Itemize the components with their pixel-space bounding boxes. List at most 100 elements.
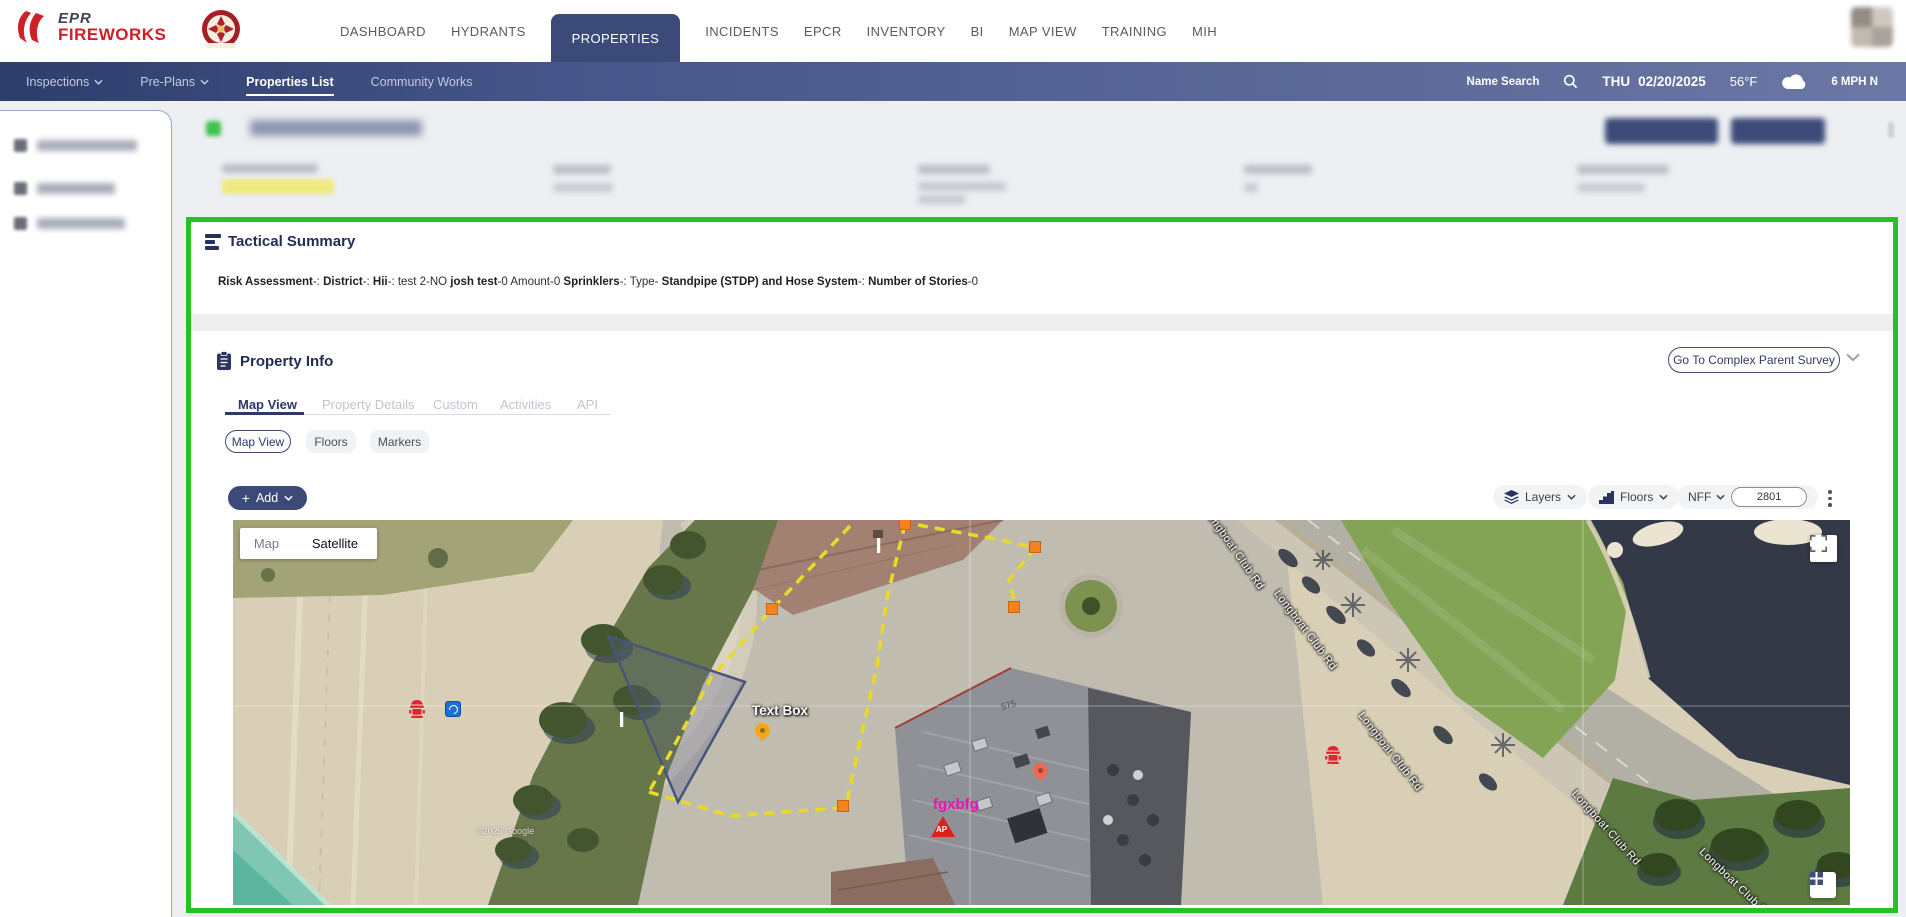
sidebar-item-property[interactable]: [14, 182, 115, 195]
field-value-highlighted: [222, 179, 334, 194]
fire-hydrant-marker[interactable]: [409, 700, 425, 718]
brand-name-top: EPR: [58, 11, 166, 26]
nav-tab-dashboard[interactable]: DASHBOARD: [340, 24, 426, 39]
field-label-blurred: [1577, 165, 1669, 174]
map-attribution: ©2025 Google: [476, 826, 534, 836]
field-value-blurred: [918, 195, 966, 204]
satellite-map[interactable]: Map Satellite Text Box fgxbfg AP 575 ©2: [233, 520, 1850, 905]
field-label-blurred: [222, 164, 318, 173]
field-value-blurred: [553, 183, 613, 192]
stairs-icon: [1599, 491, 1614, 504]
left-sidebar: [0, 110, 172, 917]
chevron-down-icon: [200, 79, 209, 85]
kebab-menu-icon[interactable]: [1828, 490, 1832, 507]
nav-tab-bi[interactable]: BI: [971, 24, 984, 39]
subnav-inspections[interactable]: Inspections: [26, 75, 103, 89]
field-value-blurred: [1244, 183, 1258, 192]
sidebar-item-complete[interactable]: [14, 217, 125, 230]
tactical-summary-title: Tactical Summary: [228, 233, 355, 250]
magenta-text-annotation[interactable]: fgxbfg: [933, 796, 979, 813]
secondary-nav: Inspections Pre-Plans Properties List Co…: [0, 62, 1906, 101]
chevron-down-icon[interactable]: [1846, 353, 1860, 362]
tab-property-details[interactable]: Property Details: [322, 397, 414, 412]
tactical-summary-text: Risk Assessment-: District-: Hii-: test …: [218, 276, 978, 288]
grid-icon: [1810, 872, 1823, 885]
brand-name-bottom: FIREWORKS: [58, 26, 166, 43]
panel-collapse-icon[interactable]: [1888, 122, 1894, 138]
main-nav: DASHBOARD HYDRANTS PROPERTIES INCIDENTS …: [340, 0, 1217, 62]
ap-access-point-marker[interactable]: AP: [931, 816, 955, 837]
view-button-floors[interactable]: Floors: [306, 430, 356, 453]
tab-map-view[interactable]: Map View: [238, 397, 297, 412]
name-search-label[interactable]: Name Search: [1467, 76, 1540, 88]
list-icon: [14, 217, 27, 230]
blurred-label: [37, 218, 125, 229]
layers-dropdown[interactable]: Layers: [1493, 485, 1587, 509]
fire-department-badge-icon: [200, 8, 242, 52]
tab-custom[interactable]: Custom: [433, 397, 478, 412]
active-underline: [246, 94, 334, 96]
map-type-map[interactable]: Map: [240, 528, 293, 559]
page: EPR FIREWORKS DASHBOARD HYDRANTS PROPERT…: [0, 0, 1906, 917]
tab-activities[interactable]: Activities: [500, 397, 551, 412]
field-label-blurred: [1244, 165, 1312, 174]
nav-tab-epcr[interactable]: EPCR: [804, 24, 842, 39]
field-label-blurred: [918, 165, 990, 174]
floor-value-field[interactable]: 2801: [1731, 487, 1807, 507]
date-display: THU 02/20/2025: [1602, 74, 1705, 89]
chevron-down-icon: [284, 495, 293, 501]
view-button-markers[interactable]: Markers: [370, 430, 429, 453]
subnav-community-works[interactable]: Community Works: [371, 75, 473, 89]
blurred-label: [37, 183, 115, 194]
chevron-down-icon: [1716, 494, 1725, 500]
list-icon: [14, 182, 27, 195]
nav-tab-training[interactable]: TRAINING: [1102, 24, 1167, 39]
chevron-down-icon: [94, 79, 103, 85]
nav-tab-inventory[interactable]: INVENTORY: [867, 24, 946, 39]
field-value-blurred: [918, 182, 1006, 191]
top-bar: EPR FIREWORKS DASHBOARD HYDRANTS PROPERT…: [0, 0, 1906, 62]
subnav-properties-list[interactable]: Properties List: [246, 75, 334, 89]
fullscreen-button[interactable]: [1810, 535, 1837, 562]
fire-hydrant-marker[interactable]: [1325, 746, 1341, 764]
field-value-blurred: [1577, 183, 1645, 192]
standpipe-marker[interactable]: [445, 701, 461, 717]
tab-api[interactable]: API: [577, 397, 598, 412]
header-action-button-blurred[interactable]: [1605, 118, 1718, 144]
header-action-button-blurred[interactable]: [1731, 118, 1825, 144]
fullscreen-icon: [1810, 535, 1827, 552]
add-button[interactable]: + Add: [228, 486, 307, 510]
list-icon: [14, 139, 27, 152]
text-box-annotation[interactable]: Text Box: [752, 703, 808, 718]
sidebar-item-tactical[interactable]: [14, 139, 137, 152]
chevron-down-icon: [1567, 494, 1576, 500]
app-logo[interactable]: EPR FIREWORKS: [14, 8, 166, 46]
temperature: 56°F: [1730, 74, 1758, 89]
nav-tab-properties[interactable]: PROPERTIES: [551, 14, 681, 62]
grid-view-button[interactable]: [1810, 872, 1836, 898]
active-tab-underline: [225, 412, 304, 415]
wind-speed: 6 MPH N: [1831, 76, 1878, 88]
map-imagery: [233, 520, 1850, 905]
nav-tab-map-view[interactable]: MAP VIEW: [1009, 24, 1077, 39]
floors-dropdown[interactable]: Floors: [1588, 485, 1679, 509]
go-to-complex-parent-survey-button[interactable]: Go To Complex Parent Survey: [1668, 347, 1840, 373]
cloud-icon: [1781, 73, 1807, 90]
view-button-map-view[interactable]: Map View: [225, 430, 291, 453]
align-bars-icon: [205, 234, 221, 250]
property-title-blurred: [250, 120, 422, 136]
nav-tab-mih[interactable]: MIH: [1192, 24, 1217, 39]
nav-tab-hydrants[interactable]: HYDRANTS: [451, 24, 526, 39]
clipboard-icon: [216, 351, 232, 371]
tactical-summary-card: [191, 222, 1893, 314]
user-avatar[interactable]: [1851, 7, 1893, 47]
search-icon[interactable]: [1563, 74, 1578, 89]
layers-icon: [1504, 490, 1519, 504]
flame-logo-icon: [14, 8, 50, 46]
nff-floor-selector[interactable]: NFF 2801: [1677, 485, 1818, 509]
chevron-down-icon: [1659, 494, 1668, 500]
status-square: [206, 121, 221, 136]
subnav-pre-plans[interactable]: Pre-Plans: [140, 75, 209, 89]
map-type-satellite[interactable]: Satellite: [293, 528, 377, 559]
nav-tab-incidents[interactable]: INCIDENTS: [705, 24, 779, 39]
